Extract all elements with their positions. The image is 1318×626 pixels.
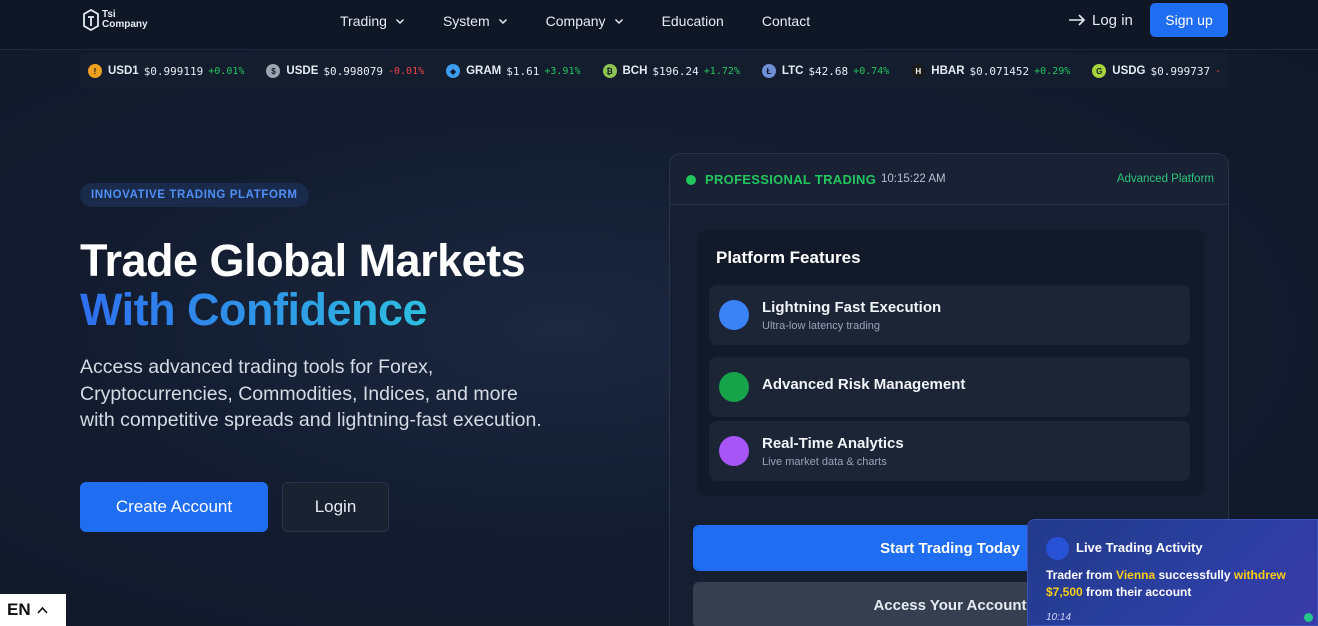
feature-subtitle: Live market data & charts — [762, 456, 887, 468]
language-label: EN — [7, 600, 31, 619]
platform-features-card: Platform Features Lightning Fast Executi… — [697, 230, 1205, 496]
feature-item: Lightning Fast Execution Ultra-low latenc… — [709, 285, 1190, 345]
live-activity-toast: Live Trading Activity Trader from Vienna… — [1027, 519, 1318, 626]
hero-login-button[interactable]: Login — [282, 482, 389, 532]
price-ticker: ! USD1 $0.999119 +0.01% $ USDE $0.998079 -0.01%… — [80, 53, 1228, 89]
toast-status-dot — [1304, 613, 1313, 622]
feature-title: Advanced Risk Management — [762, 376, 966, 393]
ticker-item-bch[interactable]: ₿ BCH $196.24 +1.72% — [602, 64, 740, 78]
arrow-right-icon — [1069, 14, 1086, 26]
ticker-symbol: HBAR — [931, 65, 965, 77]
ticker-change: +0.74% — [853, 65, 890, 77]
brand-logo[interactable]: Tsi Company — [82, 9, 148, 31]
ticker-change: -0.01% — [387, 65, 425, 77]
nav-item-trading[interactable]: Trading — [340, 13, 405, 29]
ticker-change: +1.72% — [703, 65, 740, 77]
hero-title-line1: Trade Global Markets — [80, 235, 526, 286]
chevron-down-icon — [614, 18, 623, 25]
ticker-symbol: USDG — [1112, 65, 1146, 77]
feature-title: Lightning Fast Execution — [762, 299, 942, 316]
nav-item-label: Company — [545, 13, 606, 29]
hero-description: Access advanced trading tools for Forex,… — [80, 356, 542, 431]
logo-line2: Company — [102, 19, 148, 30]
panel-status-label: PROFESSIONAL TRADING — [705, 172, 877, 187]
page: Tsi Company Trading System Company Educatio… — [0, 0, 1318, 626]
ticker-price: $0.071452 — [969, 64, 1030, 78]
panel-clock: 10:15:22 AM — [881, 173, 946, 185]
feature-icon — [719, 300, 749, 330]
toast-suffix: from their account — [1082, 585, 1192, 599]
nav-item-label: Trading — [340, 13, 387, 29]
top-navbar: Tsi Company Trading System Company Educatio… — [0, 0, 1318, 50]
sign-up-button[interactable]: Sign up — [1150, 3, 1228, 37]
feature-subtitle: Ultra-low latency trading — [762, 320, 880, 332]
coin-icon: ! — [88, 64, 102, 78]
toast-city: Vienna — [1116, 568, 1156, 582]
nav-item-contact[interactable]: Contact — [762, 13, 810, 29]
ticker-item-hbar[interactable]: H HBAR $0.071452 +0.29% — [911, 64, 1070, 78]
ticker-price: $0.999119 — [143, 64, 204, 78]
coin-icon: $ — [266, 64, 281, 78]
toast-action: withdrew — [1233, 568, 1286, 582]
panel-header: PROFESSIONAL TRADING 10:15:22 AM Advance… — [670, 154, 1228, 205]
ticker-price: $42.68 — [808, 64, 849, 78]
ticker-change: +3.91% — [544, 65, 581, 77]
live-status-dot — [686, 175, 696, 185]
main-nav: Trading System Company Education Contact — [340, 0, 848, 42]
logo-icon — [83, 9, 99, 31]
ticker-price: $0.998079 — [323, 64, 383, 78]
coin-icon: ₿ — [602, 64, 617, 78]
features-title: Platform Features — [716, 248, 861, 267]
hero-title-line2: With Confidence — [80, 284, 428, 335]
ticker-item-ltc[interactable]: Ł LTC $42.68 +0.74% — [761, 64, 890, 78]
ticker-symbol: BCH — [622, 65, 648, 77]
feature-item: Real-Time Analytics Live market data & ch… — [709, 421, 1190, 481]
coin-icon: Ł — [761, 64, 776, 78]
ticker-symbol: GRAM — [466, 65, 502, 77]
feature-icon — [719, 372, 749, 402]
ticker-change: +0.29% — [1034, 65, 1071, 77]
ticker-item-gram[interactable]: ◆ GRAM $1.61 +3.91% — [446, 64, 581, 78]
ticker-change: - — [1215, 65, 1222, 77]
coin-icon: G — [1092, 64, 1107, 78]
ticker-symbol: LTC — [781, 65, 804, 77]
chevron-down-icon — [498, 18, 507, 25]
coin-icon: H — [911, 64, 926, 78]
header-login-link[interactable]: Log in — [1068, 10, 1133, 30]
nav-item-system[interactable]: System — [443, 13, 508, 29]
advanced-platform-link[interactable]: Advanced Platform — [1117, 173, 1214, 185]
ticker-item-usdg[interactable]: G USDG $0.999737- — [1092, 64, 1221, 78]
nav-item-label: Education — [661, 13, 724, 29]
chevron-down-icon — [395, 18, 404, 25]
feature-title: Real-Time Analytics — [762, 435, 904, 452]
language-selector[interactable]: EN — [0, 594, 66, 626]
create-account-button[interactable]: Create Account — [80, 482, 268, 532]
hero-badge: INNOVATIVE TRADING PLATFORM — [80, 183, 309, 207]
ticker-item-usde[interactable]: $ USDE $0.998079 -0.01% — [266, 64, 424, 78]
nav-item-education[interactable]: Education — [662, 13, 724, 29]
activity-icon — [1046, 537, 1069, 560]
toast-title: Live Trading Activity — [1076, 540, 1203, 555]
nav-item-company[interactable]: Company — [546, 13, 624, 29]
ticker-symbol: USD1 — [108, 65, 139, 77]
toast-message: Trader from Vienna successfully withdrew… — [1046, 567, 1308, 601]
ticker-price: $1.61 — [506, 64, 540, 78]
toast-middle: successfully — [1155, 568, 1234, 582]
header-login-label: Log in — [1092, 11, 1133, 29]
toast-prefix: Trader from — [1046, 568, 1117, 582]
ticker-change: +0.01% — [208, 65, 245, 77]
ticker-price: $0.999737 — [1150, 64, 1211, 78]
ticker-item-usd1[interactable]: ! USD1 $0.999119 +0.01% — [88, 64, 244, 78]
nav-item-label: Contact — [761, 13, 811, 29]
coin-icon: ◆ — [446, 64, 461, 78]
chevron-up-icon — [37, 606, 48, 614]
ticker-symbol: USDE — [286, 65, 319, 77]
feature-item: Advanced Risk Management — [709, 357, 1190, 417]
feature-icon — [719, 436, 749, 466]
toast-time: 10:14 — [1046, 612, 1072, 623]
ticker-price: $196.24 — [652, 64, 699, 78]
nav-item-label: System — [442, 13, 490, 29]
logo-text: Tsi Company — [102, 10, 148, 30]
toast-amount: $7,500 — [1046, 585, 1083, 599]
